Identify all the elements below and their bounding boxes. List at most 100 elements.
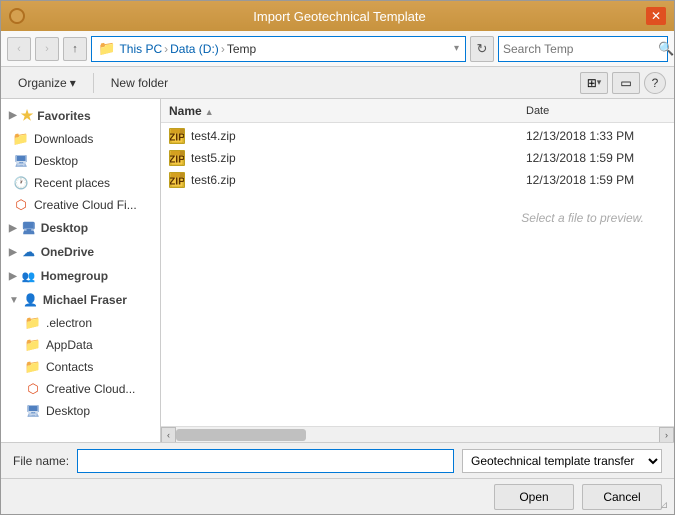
sidebar-item-label: Downloads	[34, 132, 93, 146]
dropdown-arrow-icon: ▾	[454, 43, 459, 54]
svg-text:ZIP: ZIP	[170, 175, 184, 187]
desktop-mf-icon: 🖥	[25, 403, 41, 419]
h-scroll-right-button[interactable]: ›	[659, 427, 674, 443]
open-button[interactable]: Open	[494, 484, 574, 510]
close-button[interactable]: ✕	[646, 7, 666, 25]
col-date-header[interactable]: Date	[526, 105, 666, 117]
sidebar-item-label: Creative Cloud Fi...	[34, 198, 137, 212]
view-icon: ⊞	[587, 76, 597, 90]
h-scroll-left-button[interactable]: ‹	[161, 427, 176, 443]
toolbar: Organize ▾ New folder ⊞ ▾ ▭ ?	[1, 67, 674, 99]
view-button[interactable]: ⊞ ▾	[580, 72, 608, 94]
window-icon	[9, 8, 25, 24]
file-row[interactable]: ZIP test5.zip 12/13/2018 1:59 PM	[161, 147, 674, 169]
search-input[interactable]	[503, 42, 658, 56]
zip-icon: ZIP	[169, 128, 185, 144]
sidebar-item-label: Homegroup	[41, 269, 108, 283]
forward-button[interactable]: ›	[35, 37, 59, 61]
desktop-section-triangle-icon: ▶	[9, 223, 17, 234]
panel-icon: ▭	[620, 76, 631, 90]
panel-button[interactable]: ▭	[612, 72, 640, 94]
up-button[interactable]: ↑	[63, 37, 87, 61]
main-area: ▶ ★ Favorites 📁 Downloads 🖥 Desktop 🕐 Re…	[1, 99, 674, 442]
refresh-button[interactable]: ↻	[470, 36, 494, 62]
filename-input[interactable]	[77, 449, 454, 473]
help-button[interactable]: ?	[644, 72, 666, 94]
sidebar-homegroup-section[interactable]: ▶ 👥 Homegroup	[1, 264, 160, 288]
svg-text:ZIP: ZIP	[170, 131, 184, 143]
desktop-section-icon: 🖥	[21, 220, 37, 236]
homegroup-icon: 👥	[21, 268, 37, 284]
sidebar-desktop-section[interactable]: ▶ 🖥 Desktop	[1, 216, 160, 240]
sidebar-item-electron[interactable]: 📁 .electron	[1, 312, 160, 334]
view-options: ⊞ ▾ ▭ ?	[580, 72, 666, 94]
favorites-section[interactable]: ▶ ★ Favorites	[1, 103, 160, 128]
address-bar: ‹ › ↑ 📁 This PC › Data (D:) › Temp ▾ ↻ 🔍	[1, 31, 674, 67]
h-scroll-track[interactable]	[176, 427, 659, 443]
sidebar-item-appdata[interactable]: 📁 AppData	[1, 334, 160, 356]
svg-text:ZIP: ZIP	[170, 153, 184, 165]
organize-arrow-icon: ▾	[70, 76, 76, 90]
help-icon: ?	[652, 76, 659, 90]
sidebar-item-creative-cloud[interactable]: ⬡ Creative Cloud...	[1, 378, 160, 400]
resize-grip[interactable]: ⊿	[660, 500, 672, 512]
dialog-window: Import Geotechnical Template ✕ ‹ › ↑ 📁 T…	[0, 0, 675, 515]
favorites-triangle-icon: ▶	[9, 110, 17, 121]
file-area: ZIP test4.zip 12/13/2018 1:33 PM ZIP	[161, 123, 674, 426]
favorites-label: Favorites	[37, 109, 90, 123]
appdata-icon: 📁	[25, 337, 41, 353]
file-date: 12/13/2018 1:59 PM	[526, 173, 666, 187]
downloads-folder-icon: 📁	[13, 131, 29, 147]
desktop-fav-icon: 🖥	[13, 153, 29, 169]
onedrive-icon: ☁	[21, 244, 37, 260]
search-box: 🔍	[498, 36, 668, 62]
zip-icon: ZIP	[169, 150, 185, 166]
folder-icon: 📁	[98, 40, 115, 57]
h-scroll-thumb[interactable]	[176, 429, 306, 441]
file-date: 12/13/2018 1:59 PM	[526, 151, 666, 165]
breadcrumb-thispc[interactable]: This PC	[119, 42, 162, 56]
preview-area: Select a file to preview.	[161, 191, 674, 225]
title-bar: Import Geotechnical Template ✕	[1, 1, 674, 31]
sidebar-item-label: Desktop	[46, 404, 90, 418]
back-button[interactable]: ‹	[7, 37, 31, 61]
horizontal-scrollbar[interactable]: ‹ ›	[161, 426, 674, 442]
contacts-icon: 📁	[25, 359, 41, 375]
sidebar-item-contacts[interactable]: 📁 Contacts	[1, 356, 160, 378]
file-row[interactable]: ZIP test4.zip 12/13/2018 1:33 PM	[161, 125, 674, 147]
mf-triangle-icon: ▼	[9, 295, 19, 306]
buttons-bar: Open Cancel	[1, 478, 674, 514]
search-icon: 🔍	[658, 41, 674, 57]
breadcrumb-data[interactable]: Data (D:)	[170, 42, 219, 56]
right-panel: Name ▲ Date ZIP test4.zip 12/1	[161, 99, 674, 442]
filename-bar: File name: Geotechnical template transfe…	[1, 442, 674, 478]
sidebar-item-recent[interactable]: 🕐 Recent places	[1, 172, 160, 194]
sidebar-item-downloads[interactable]: 📁 Downloads	[1, 128, 160, 150]
sidebar-item-desktop-fav[interactable]: 🖥 Desktop	[1, 150, 160, 172]
organize-button[interactable]: Organize ▾	[9, 71, 85, 95]
cc-fav-icon: ⬡	[13, 197, 29, 213]
toolbar-separator	[93, 73, 94, 93]
filename-label: File name:	[13, 454, 69, 468]
sidebar-item-label: Michael Fraser	[43, 293, 127, 307]
file-name: test6.zip	[191, 173, 520, 187]
filetype-select[interactable]: Geotechnical template transfer	[462, 449, 662, 473]
sidebar-michael-fraser-section[interactable]: ▼ 👤 Michael Fraser	[1, 288, 160, 312]
sidebar-item-label: .electron	[46, 316, 92, 330]
file-list-header: Name ▲ Date	[161, 99, 674, 123]
onedrive-triangle-icon: ▶	[9, 247, 17, 258]
file-name: test5.zip	[191, 151, 520, 165]
sidebar-item-label: Contacts	[46, 360, 93, 374]
sidebar-item-desktop-mf[interactable]: 🖥 Desktop	[1, 400, 160, 422]
breadcrumb: 📁 This PC › Data (D:) › Temp ▾	[91, 36, 466, 62]
col-name-header[interactable]: Name ▲	[169, 104, 526, 118]
new-folder-button[interactable]: New folder	[102, 71, 177, 95]
view-dropdown-icon: ▾	[597, 77, 602, 88]
breadcrumb-temp[interactable]: Temp	[227, 42, 256, 56]
recent-places-icon: 🕐	[13, 175, 29, 191]
sidebar-item-label: Desktop	[34, 154, 78, 168]
sidebar-item-creative-cloud-fav[interactable]: ⬡ Creative Cloud Fi...	[1, 194, 160, 216]
cancel-button[interactable]: Cancel	[582, 484, 662, 510]
file-row[interactable]: ZIP test6.zip 12/13/2018 1:59 PM	[161, 169, 674, 191]
sidebar-onedrive-section[interactable]: ▶ ☁ OneDrive	[1, 240, 160, 264]
